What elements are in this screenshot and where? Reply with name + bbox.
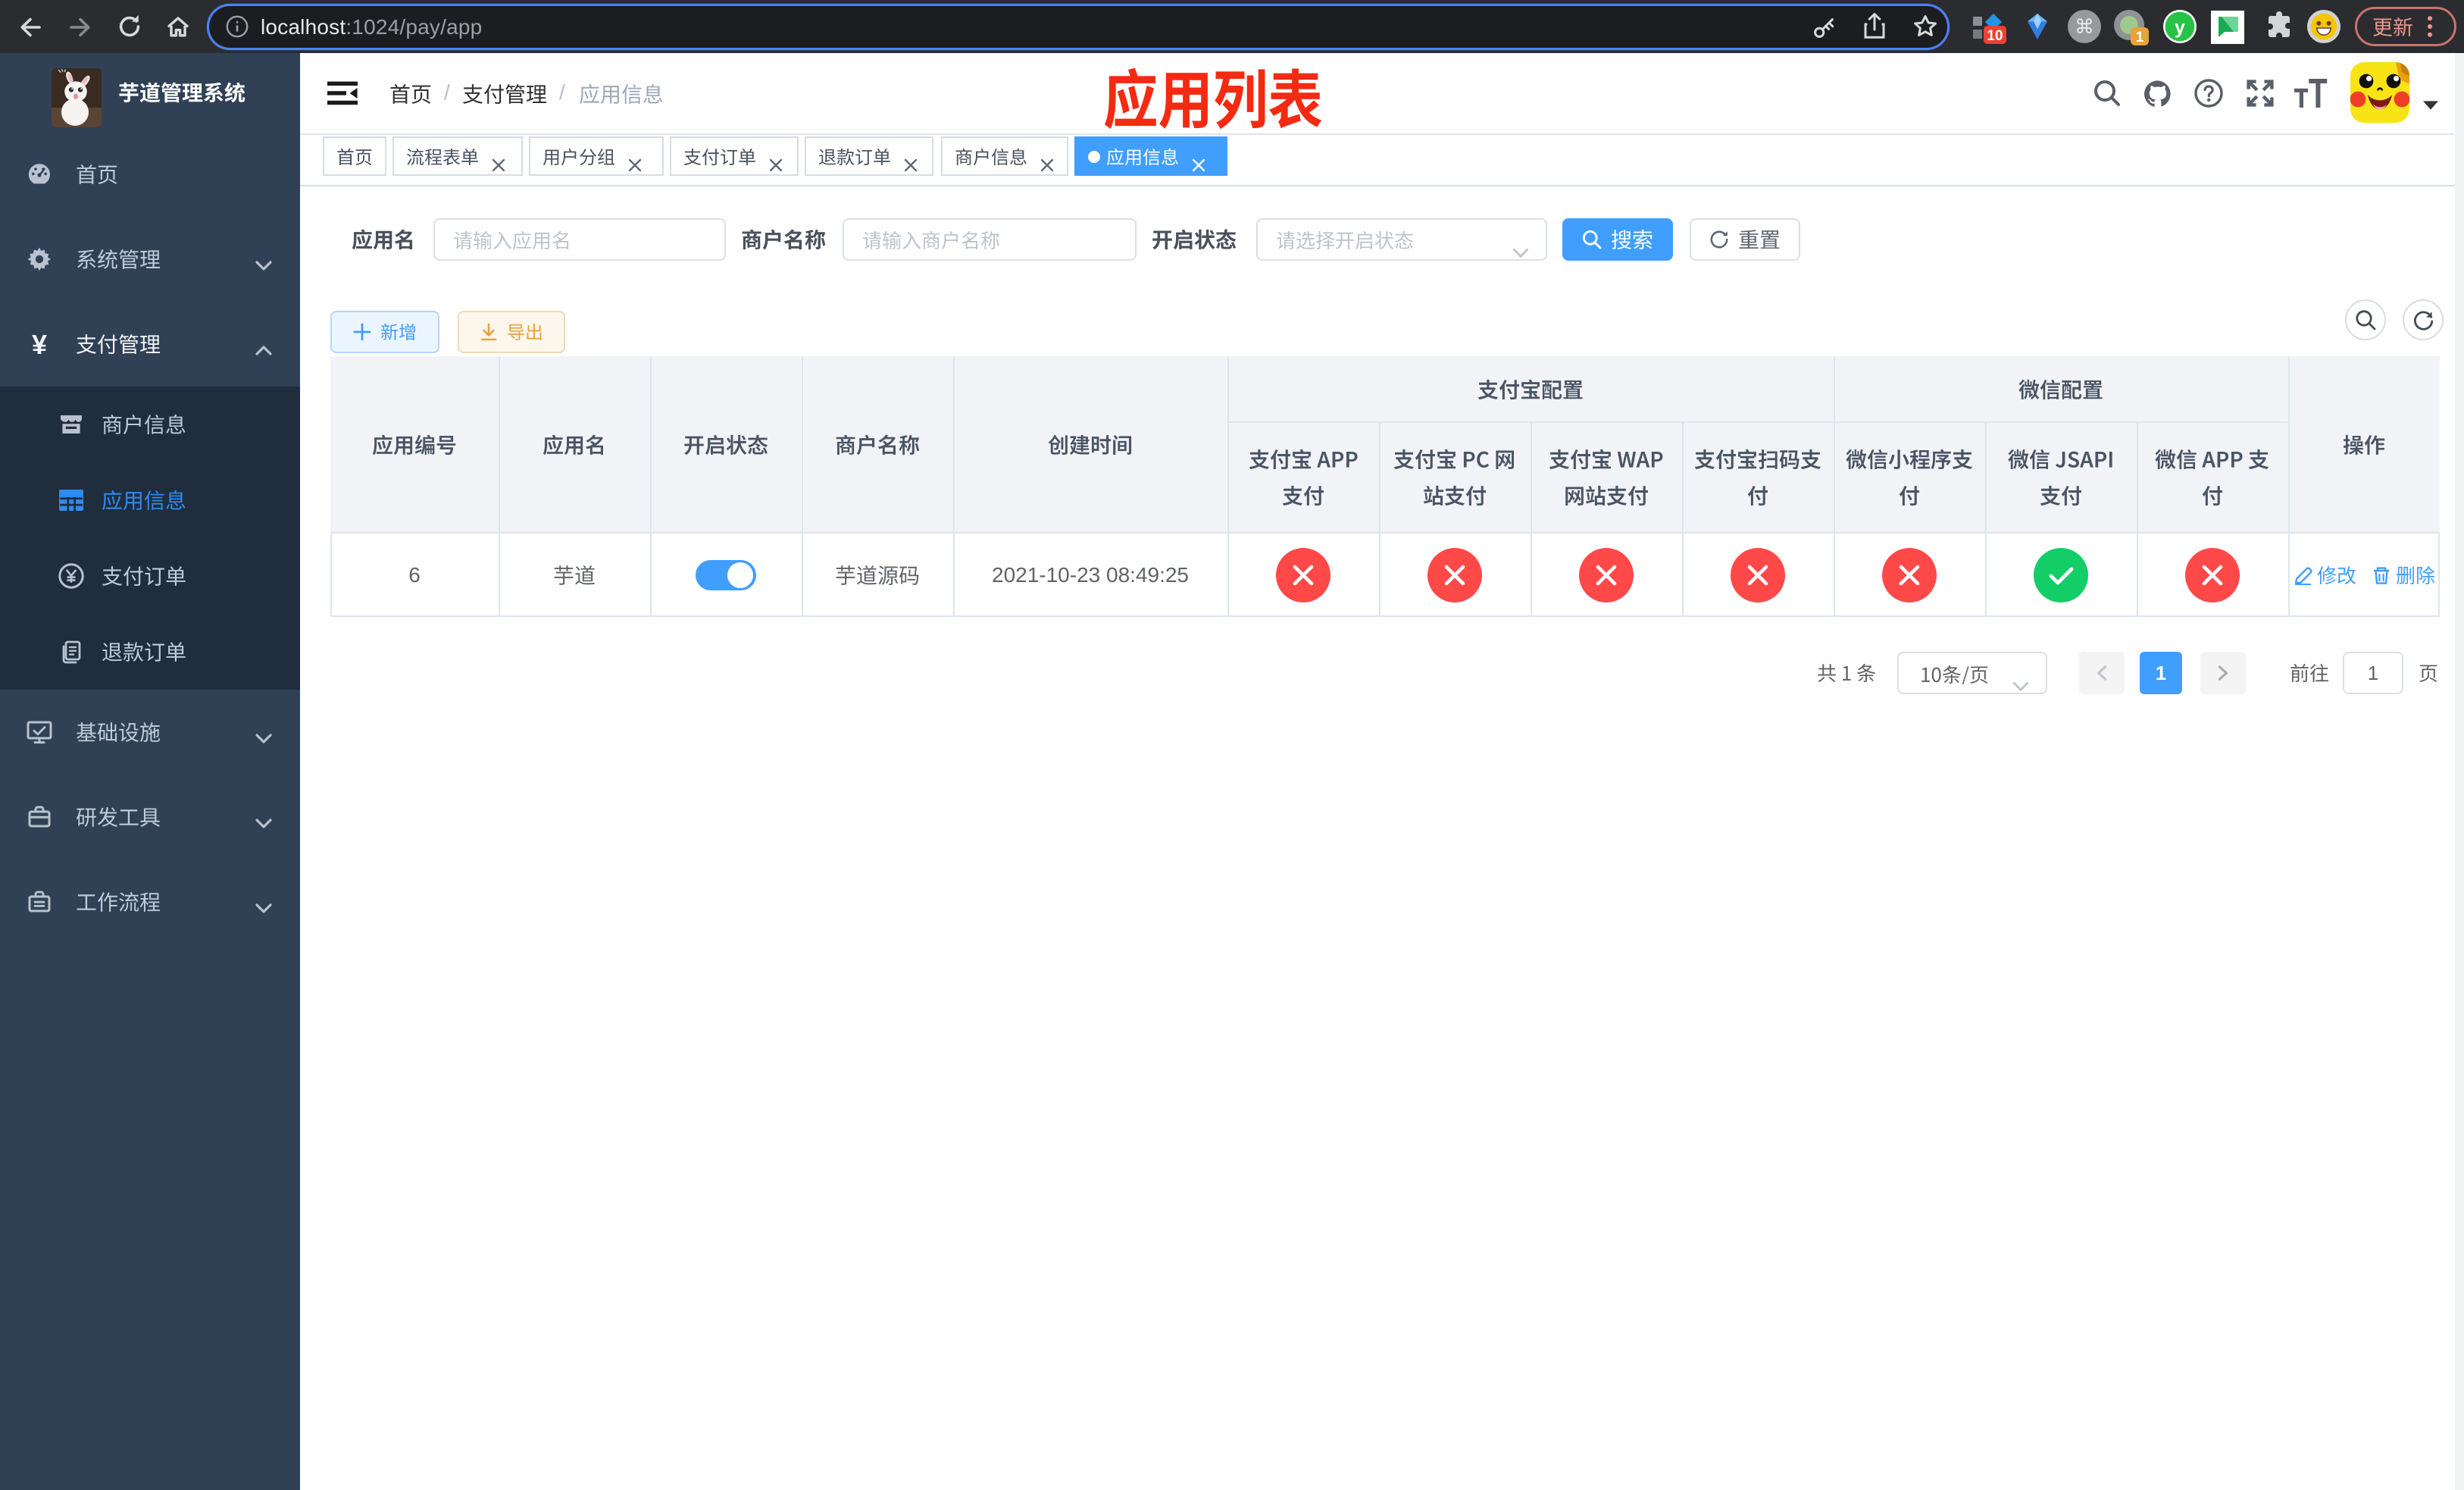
svg-text:1: 1 xyxy=(2136,30,2144,45)
svg-text:⌘: ⌘ xyxy=(2075,15,2094,38)
svg-text:¥: ¥ xyxy=(32,329,47,360)
svg-text:10: 10 xyxy=(1987,28,2003,44)
svg-text:y: y xyxy=(2175,17,2185,38)
